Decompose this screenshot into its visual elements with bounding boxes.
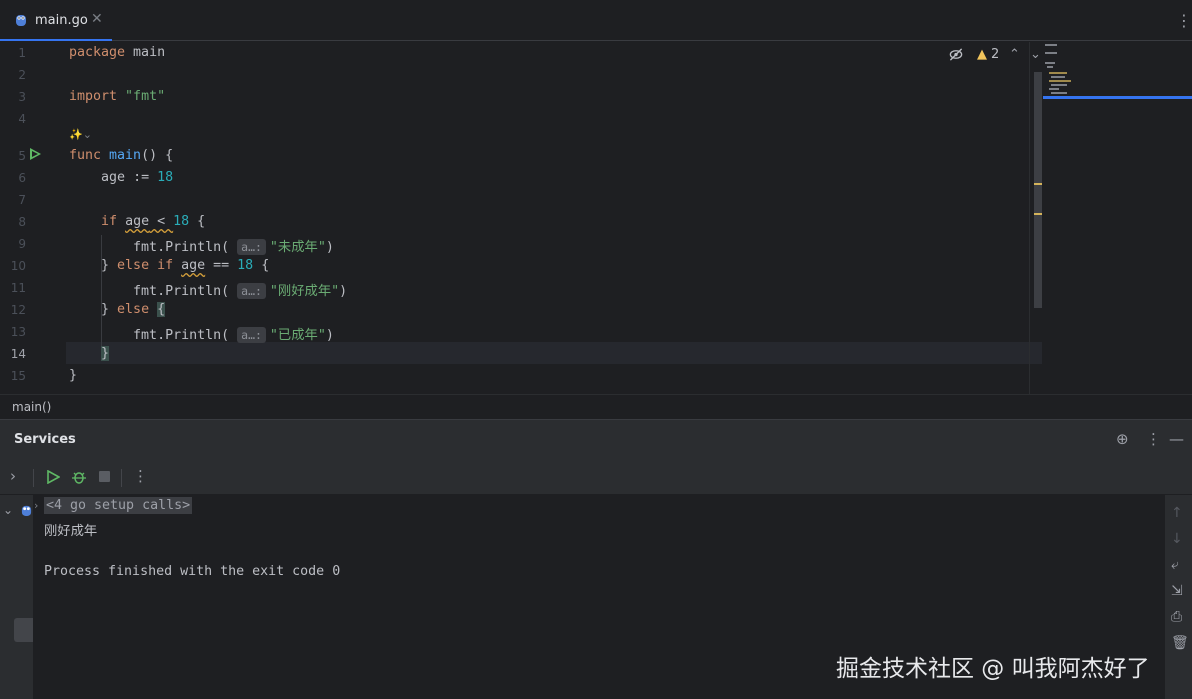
print-icon[interactable]: ⎙ <box>1171 609 1182 625</box>
minimap[interactable] <box>1043 42 1192 394</box>
toolbar-separator <box>121 469 122 487</box>
tab-main-go[interactable]: main.go ✕ <box>0 0 112 41</box>
chevron-up-icon[interactable]: ⌃ <box>1009 47 1020 62</box>
code-line-6: age := 18 <box>101 170 174 185</box>
code-line-1: package main <box>69 45 166 60</box>
console-setup-calls[interactable]: <4 go setup calls> <box>44 497 193 514</box>
trash-icon[interactable]: 🗑 <box>1171 635 1189 651</box>
gopher-icon <box>16 15 26 26</box>
line-number: 1 <box>18 46 26 60</box>
stop-icon[interactable] <box>99 471 110 482</box>
line-number: 11 <box>10 281 26 295</box>
code-editor[interactable]: 1 2 3 4 5 6 7 8 9 10 11 12 13 14 15 pack… <box>0 42 1192 394</box>
console-exit-message: Process finished with the exit code 0 <box>44 564 341 579</box>
code-line-5: func main() { <box>69 148 174 163</box>
more-vertical-icon[interactable]: ⋮ <box>133 467 148 485</box>
line-number: 4 <box>18 112 26 126</box>
warning-count: 2 <box>991 47 1000 62</box>
code-line-3: import "fmt" <box>69 89 166 104</box>
code-line-9: fmt.Println( a…: "未成年") <box>133 239 334 255</box>
run-gutter-icon-inner <box>32 151 38 157</box>
more-vertical-icon[interactable]: ⋮ <box>1176 11 1192 30</box>
ai-assistant-hint-icon[interactable]: ✨⌄ <box>69 128 92 141</box>
line-number: 15 <box>10 369 26 383</box>
more-vertical-icon[interactable]: ⋮ <box>1146 430 1161 448</box>
line-number: 6 <box>18 171 26 185</box>
chevron-down-icon[interactable]: ⌄ <box>3 503 13 517</box>
watermark-text: 掘金技术社区 @ 叫我阿杰好了 <box>836 656 1150 682</box>
tab-label: main.go <box>35 13 88 28</box>
chevron-right-icon[interactable]: › <box>10 467 16 485</box>
toolbar-separator <box>33 469 34 487</box>
line-number: 9 <box>18 237 26 251</box>
line-number: 5 <box>18 149 26 163</box>
console-tool-strip: ↑ ↓ ⤶ ⇲ ⎙ 🗑 <box>1165 495 1192 699</box>
code-line-8: if age < 18 { <box>101 214 206 229</box>
arrow-up-icon[interactable]: ↑ <box>1171 505 1183 521</box>
editor-tab-bar: main.go ✕ ⋮ <box>0 0 1192 41</box>
line-number: 13 <box>10 325 26 339</box>
soft-wrap-icon[interactable]: ⤶ <box>1171 557 1179 573</box>
minimize-icon[interactable]: — <box>1169 430 1184 448</box>
line-number: 3 <box>18 90 26 104</box>
warning-icon: ▲ <box>977 47 987 62</box>
parameter-hint: a…: <box>237 283 266 299</box>
line-number: 7 <box>18 193 26 207</box>
parameter-hint: a…: <box>237 327 266 343</box>
code-line-10: } else if age == 18 { <box>101 258 270 273</box>
arrow-down-icon[interactable]: ↓ <box>1171 531 1183 547</box>
services-tree[interactable]: ⌄ <box>0 495 33 699</box>
warning-stripe[interactable] <box>1034 183 1042 185</box>
line-number: 12 <box>10 303 26 317</box>
services-toolbar: › ⋮ <box>0 459 1192 495</box>
breadcrumb: main() <box>0 394 1192 418</box>
current-line-highlight <box>66 342 1042 364</box>
code-line-14: } <box>101 346 110 361</box>
warning-stripe[interactable] <box>1034 213 1042 215</box>
chevron-right-icon[interactable]: › <box>34 499 38 512</box>
vertical-scrollbar[interactable] <box>1034 72 1042 308</box>
line-number-current: 14 <box>10 347 26 361</box>
tree-selection[interactable] <box>14 618 33 642</box>
code-line-11: fmt.Println( a…: "刚好成年") <box>133 283 348 299</box>
console-output-line: 刚好成年 <box>44 524 98 539</box>
code-line-12: } else { <box>101 302 166 317</box>
code-line-13: fmt.Println( a…: "已成年") <box>133 327 334 343</box>
code-line-15: } <box>69 368 78 383</box>
run-icon[interactable] <box>46 470 60 484</box>
line-number: 2 <box>18 68 26 82</box>
services-title: Services <box>14 432 76 447</box>
editor-divider <box>1029 42 1030 394</box>
minimap-viewport[interactable] <box>1043 96 1192 99</box>
line-number: 8 <box>18 215 26 229</box>
scroll-to-end-icon[interactable]: ⇲ <box>1171 583 1183 599</box>
gopher-icon <box>21 505 32 516</box>
close-icon[interactable]: ✕ <box>91 11 103 27</box>
debug-icon[interactable] <box>71 469 87 485</box>
target-icon[interactable]: ⊕ <box>1116 430 1129 448</box>
parameter-hint: a…: <box>237 239 266 255</box>
eye-off-icon[interactable] <box>948 47 964 62</box>
breadcrumb-item[interactable]: main() <box>12 400 51 414</box>
line-number: 10 <box>10 259 26 273</box>
chevron-down-icon[interactable]: ⌄ <box>1030 47 1041 62</box>
services-header: Services ⊕ ⋮ — <box>0 419 1192 459</box>
